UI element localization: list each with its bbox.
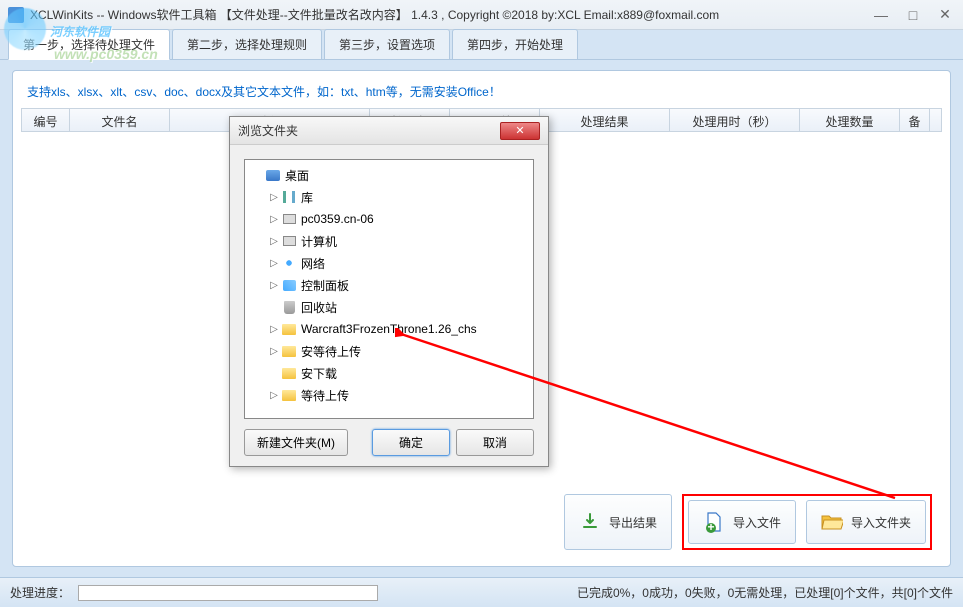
expander-icon[interactable]: ▷ — [269, 236, 279, 247]
tree-item-desktop[interactable]: 桌面 — [247, 164, 531, 186]
import-folder-label: 导入文件夹 — [851, 514, 911, 531]
tree-item-computer[interactable]: ▷ 计算机 — [247, 230, 531, 252]
tree-label: 回收站 — [301, 299, 337, 316]
control-panel-icon — [281, 278, 297, 292]
desktop-icon — [265, 168, 281, 182]
file-add-icon: + — [703, 511, 725, 533]
action-buttons: 导出结果 + 导入文件 导入文件夹 — [564, 494, 932, 550]
folder-icon — [281, 366, 297, 380]
expander-icon[interactable]: ▷ — [269, 280, 279, 291]
window-controls: ― □ ✕ — [871, 5, 955, 25]
tree-label: 计算机 — [301, 233, 337, 250]
tree-label: 等待上传 — [301, 387, 349, 404]
cancel-button[interactable]: 取消 — [456, 429, 534, 456]
dialog-close-button[interactable]: ✕ — [500, 122, 540, 140]
tree-label: Warcraft3FrozenThrone1.26_chs — [301, 322, 477, 336]
folder-tree[interactable]: 桌面 ▷库 ▷pc0359.cn-06 ▷计算机 ▷网络 ▷控制面板 回收站 ▷… — [244, 159, 534, 419]
expander-icon[interactable]: ▷ — [269, 324, 279, 335]
col-number[interactable]: 编号 — [22, 109, 70, 131]
download-icon — [579, 511, 601, 533]
tree-item-folder[interactable]: ▷ 等待上传 — [247, 384, 531, 406]
progress-label: 处理进度： — [10, 584, 70, 601]
tree-item-recycle-bin[interactable]: 回收站 — [247, 296, 531, 318]
folder-icon — [281, 322, 297, 336]
recycle-bin-icon — [281, 300, 297, 314]
minimize-button[interactable]: ― — [871, 5, 891, 25]
library-icon — [281, 190, 297, 204]
tab-step4[interactable]: 第四步，开始处理 — [452, 29, 578, 59]
tab-step1[interactable]: 第一步，选择待处理文件 — [8, 29, 170, 60]
progress-bar — [78, 585, 378, 601]
dialog-body: 桌面 ▷库 ▷pc0359.cn-06 ▷计算机 ▷网络 ▷控制面板 回收站 ▷… — [230, 145, 548, 466]
import-file-label: 导入文件 — [733, 514, 781, 531]
dialog-title: 浏览文件夹 — [238, 122, 500, 139]
tree-label: 库 — [301, 189, 313, 206]
statusbar: 处理进度： 已完成0%，0成功，0失败，0无需处理，已处理[0]个文件，共[0]… — [0, 577, 963, 607]
export-result-label: 导出结果 — [609, 514, 657, 531]
tree-item-folder[interactable]: ▷ Warcraft3FrozenThrone1.26_chs — [247, 318, 531, 340]
step-tabs: 第一步，选择待处理文件 第二步，选择处理规则 第三步，设置选项 第四步，开始处理 — [0, 30, 963, 60]
expander-icon[interactable]: ▷ — [269, 346, 279, 357]
browse-folder-dialog: 浏览文件夹 ✕ 桌面 ▷库 ▷pc0359.cn-06 ▷计算机 ▷网络 ▷控制… — [229, 116, 549, 467]
tree-item-folder[interactable]: 安下载 — [247, 362, 531, 384]
expander-icon[interactable]: ▷ — [269, 192, 279, 203]
folder-open-icon — [821, 511, 843, 533]
folder-icon — [281, 344, 297, 358]
new-folder-button[interactable]: 新建文件夹(M) — [244, 429, 348, 456]
import-folder-button[interactable]: 导入文件夹 — [806, 500, 926, 544]
import-file-button[interactable]: + 导入文件 — [688, 500, 796, 544]
tree-label: pc0359.cn-06 — [301, 212, 374, 226]
tree-label: 桌面 — [285, 167, 309, 184]
network-icon — [281, 256, 297, 270]
tree-item-control-panel[interactable]: ▷ 控制面板 — [247, 274, 531, 296]
window-title: XCLWinKits -- Windows软件工具箱 【文件处理--文件批量改名… — [30, 6, 871, 23]
tree-item-network[interactable]: ▷ 网络 — [247, 252, 531, 274]
close-button[interactable]: ✕ — [935, 5, 955, 25]
dialog-titlebar[interactable]: 浏览文件夹 ✕ — [230, 117, 548, 145]
tree-label: 控制面板 — [301, 277, 349, 294]
tab-step2[interactable]: 第二步，选择处理规则 — [172, 29, 322, 59]
expander-icon[interactable]: ▷ — [269, 214, 279, 225]
app-icon — [8, 7, 24, 23]
tree-label: 网络 — [301, 255, 325, 272]
titlebar: XCLWinKits -- Windows软件工具箱 【文件处理--文件批量改名… — [0, 0, 963, 30]
maximize-button[interactable]: □ — [903, 5, 923, 25]
col-time[interactable]: 处理用时（秒） — [670, 109, 800, 131]
svg-text:+: + — [707, 520, 714, 533]
tree-label: 安等待上传 — [301, 343, 361, 360]
col-extra[interactable]: 备 — [900, 109, 930, 131]
tree-item-folder[interactable]: ▷ 安等待上传 — [247, 340, 531, 362]
tree-label: 安下载 — [301, 365, 337, 382]
tree-item-user[interactable]: ▷ pc0359.cn-06 — [247, 208, 531, 230]
col-filename[interactable]: 文件名 — [70, 109, 170, 131]
dialog-buttons: 新建文件夹(M) 确定 取消 — [244, 429, 534, 456]
tab-step3[interactable]: 第三步，设置选项 — [324, 29, 450, 59]
user-icon — [281, 212, 297, 226]
computer-icon — [281, 234, 297, 248]
status-text: 已完成0%，0成功，0失败，0无需处理，已处理[0]个文件，共[0]个文件 — [577, 584, 953, 601]
col-count[interactable]: 处理数量 — [800, 109, 900, 131]
highlight-box: + 导入文件 导入文件夹 — [682, 494, 932, 550]
ok-button[interactable]: 确定 — [372, 429, 450, 456]
expander-icon[interactable]: ▷ — [269, 390, 279, 401]
tree-item-library[interactable]: ▷库 — [247, 186, 531, 208]
support-hint: 支持xls、xlsx、xlt、csv、doc、docx及其它文本文件，如：txt… — [21, 79, 942, 104]
expander-icon[interactable]: ▷ — [269, 258, 279, 269]
col-result[interactable]: 处理结果 — [540, 109, 670, 131]
export-result-button[interactable]: 导出结果 — [564, 494, 672, 550]
folder-icon — [281, 388, 297, 402]
